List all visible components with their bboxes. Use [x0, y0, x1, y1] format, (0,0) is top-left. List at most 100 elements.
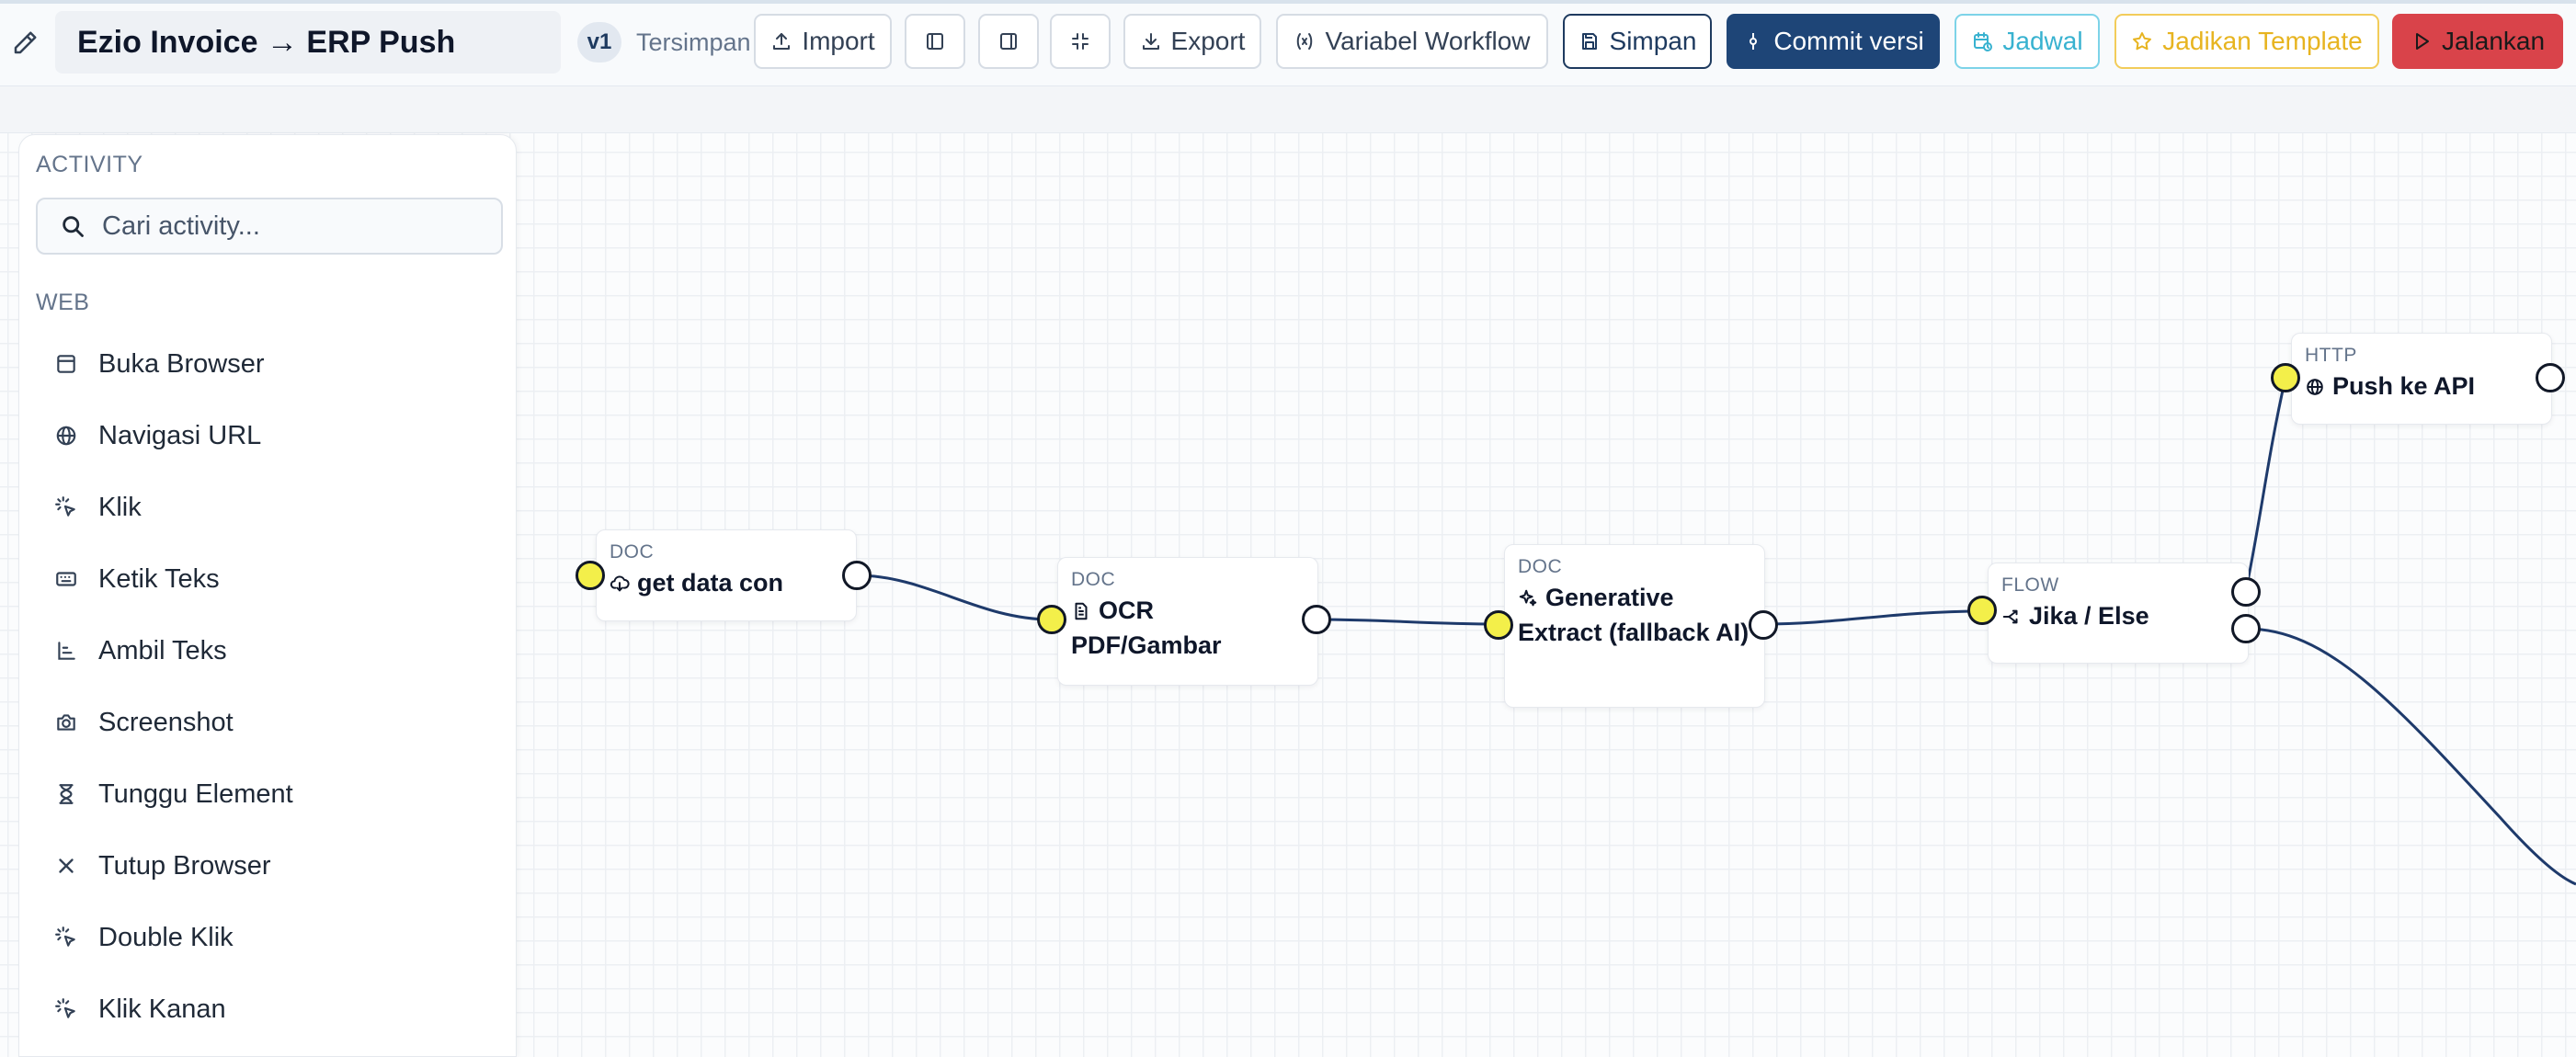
node-push-api-input-port[interactable] — [2271, 363, 2300, 392]
activity-item-label: Double Klik — [98, 922, 234, 952]
commit-label: Commit versi — [1773, 27, 1924, 55]
keyboard-icon — [56, 572, 76, 586]
node-ocr-output-port[interactable] — [1302, 605, 1331, 634]
variables-label: Variabel Workflow — [1325, 27, 1531, 55]
close-icon — [59, 858, 74, 873]
pointer-click-icon — [55, 926, 75, 947]
node-get-data[interactable]: DOC get data con — [596, 529, 857, 621]
node-push-api-output-port[interactable] — [2536, 363, 2565, 392]
upload-icon — [773, 33, 791, 50]
run-button[interactable]: Jalankan — [2392, 14, 2563, 69]
node-generative-extract-input-port[interactable] — [1484, 610, 1513, 640]
activity-item-tutup-browser[interactable]: Tutup Browser — [54, 843, 271, 889]
make-template-button[interactable]: Jadikan Template — [2114, 14, 2379, 69]
export-label: Export — [1170, 27, 1246, 55]
node-title: Jika / Else — [2001, 598, 2235, 633]
workflow-variables-button[interactable]: Variabel Workflow — [1276, 14, 1548, 69]
activity-item-klik-kanan[interactable]: Klik Kanan — [54, 986, 226, 1032]
node-push-api[interactable]: HTTP Push ke API — [2291, 333, 2552, 425]
activity-search[interactable] — [36, 198, 503, 255]
schedule-button[interactable]: Jadwal — [1955, 14, 2100, 69]
sparkles-icon — [1519, 589, 1537, 607]
activity-item-label: Tunggu Element — [98, 779, 293, 809]
activity-item-buka-browser[interactable]: Buka Browser — [54, 341, 265, 387]
save-status: Tersimpan — [636, 28, 751, 56]
globe-icon — [56, 426, 76, 446]
cloud-download-icon — [610, 575, 630, 592]
group-heading-web: WEB — [36, 290, 90, 315]
pointer-click-icon — [55, 998, 75, 1018]
activity-item-screenshot[interactable]: Screenshot — [54, 699, 234, 745]
node-category: FLOW — [2001, 574, 2059, 596]
toggle-left-panel-button[interactable] — [905, 14, 965, 69]
workflow-title[interactable]: Ezio Invoice → ERP Push — [55, 11, 561, 74]
import-label: Import — [802, 27, 875, 55]
pencil-icon[interactable] — [11, 29, 39, 57]
activity-item-label: Buka Browser — [98, 348, 265, 379]
activity-item-ketik-teks[interactable]: Ketik Teks — [54, 556, 220, 602]
activity-item-double-klik[interactable]: Double Klik — [54, 915, 234, 960]
save-icon — [1581, 33, 1597, 50]
pointer-click-icon — [55, 496, 75, 517]
node-if-else-input-port[interactable] — [1967, 596, 1997, 625]
activity-item-label: Klik — [98, 492, 142, 522]
hourglass-icon — [59, 784, 74, 804]
version-badge: v1 — [577, 22, 621, 63]
fit-view-button[interactable] — [1050, 14, 1111, 69]
node-category: HTTP — [2305, 345, 2357, 366]
calendar-clock-icon — [1974, 32, 1993, 51]
node-get-data-output-port[interactable] — [842, 561, 872, 590]
node-title: OCR PDF/Gambar — [1071, 597, 1222, 659]
activity-item-label: Navigasi URL — [98, 420, 262, 450]
minimize-icon — [1072, 33, 1089, 50]
activity-item-label: Ketik Teks — [98, 563, 220, 594]
document-icon — [1075, 602, 1088, 620]
save-button[interactable]: Simpan — [1563, 14, 1712, 69]
variable-icon — [1297, 33, 1313, 50]
node-title: Push ke API — [2305, 369, 2538, 403]
node-get-data-input-port[interactable] — [576, 561, 605, 590]
node-ocr[interactable]: DOC OCR PDF/Gambar — [1057, 557, 1318, 686]
text-align-icon — [58, 642, 75, 660]
node-category: DOC — [1518, 556, 1563, 577]
browser-icon — [57, 355, 75, 373]
export-button[interactable]: Export — [1123, 14, 1261, 69]
schedule-label: Jadwal — [2002, 27, 2083, 55]
template-label: Jadikan Template — [2162, 27, 2363, 55]
toolbar: Ezio Invoice → ERP Push v1 Tersimpan Imp… — [0, 4, 2576, 86]
panel-right-icon — [1000, 33, 1017, 50]
import-button[interactable]: Import — [754, 14, 892, 69]
activity-heading: ACTIVITY — [36, 152, 143, 177]
node-category: DOC — [610, 541, 655, 563]
node-if-else-false-port[interactable] — [2231, 614, 2261, 643]
node-generative-extract[interactable]: DOC Generative Extract (fallback AI) — [1504, 544, 1765, 708]
activity-item-tunggu-element[interactable]: Tunggu Element — [54, 771, 293, 817]
activity-item-label: Tutup Browser — [98, 850, 271, 881]
run-label: Jalankan — [2441, 27, 2546, 55]
toggle-right-panel-button[interactable] — [978, 14, 1039, 69]
star-icon — [2133, 32, 2152, 51]
search-icon — [63, 216, 84, 237]
commit-icon — [1750, 33, 1758, 50]
node-ocr-input-port[interactable] — [1037, 605, 1066, 634]
activity-panel: ACTIVITY WEB Buka Browser Navigasi URL K… — [18, 134, 517, 1057]
globe-icon — [2307, 379, 2323, 395]
node-title: get data con — [610, 565, 843, 600]
activity-item-label: Klik Kanan — [98, 994, 226, 1024]
download-icon — [1142, 33, 1159, 50]
activity-item-label: Screenshot — [98, 707, 234, 737]
activity-item-klik[interactable]: Klik — [54, 484, 142, 530]
activity-item-ambil-teks[interactable]: Ambil Teks — [54, 628, 227, 674]
commit-version-button[interactable]: Commit versi — [1727, 14, 1940, 69]
node-if-else-true-port[interactable] — [2231, 577, 2261, 607]
activity-item-label: Ambil Teks — [98, 635, 227, 665]
play-icon — [2415, 33, 2429, 50]
node-generative-extract-output-port[interactable] — [1749, 610, 1778, 640]
branch-icon — [2002, 609, 2018, 624]
activity-item-navigasi-url[interactable]: Navigasi URL — [54, 413, 261, 459]
panel-left-icon — [927, 33, 943, 50]
save-label: Simpan — [1609, 27, 1697, 55]
activity-search-input[interactable] — [102, 210, 470, 242]
camera-icon — [57, 714, 75, 731]
node-if-else[interactable]: FLOW Jika / Else — [1988, 563, 2249, 664]
